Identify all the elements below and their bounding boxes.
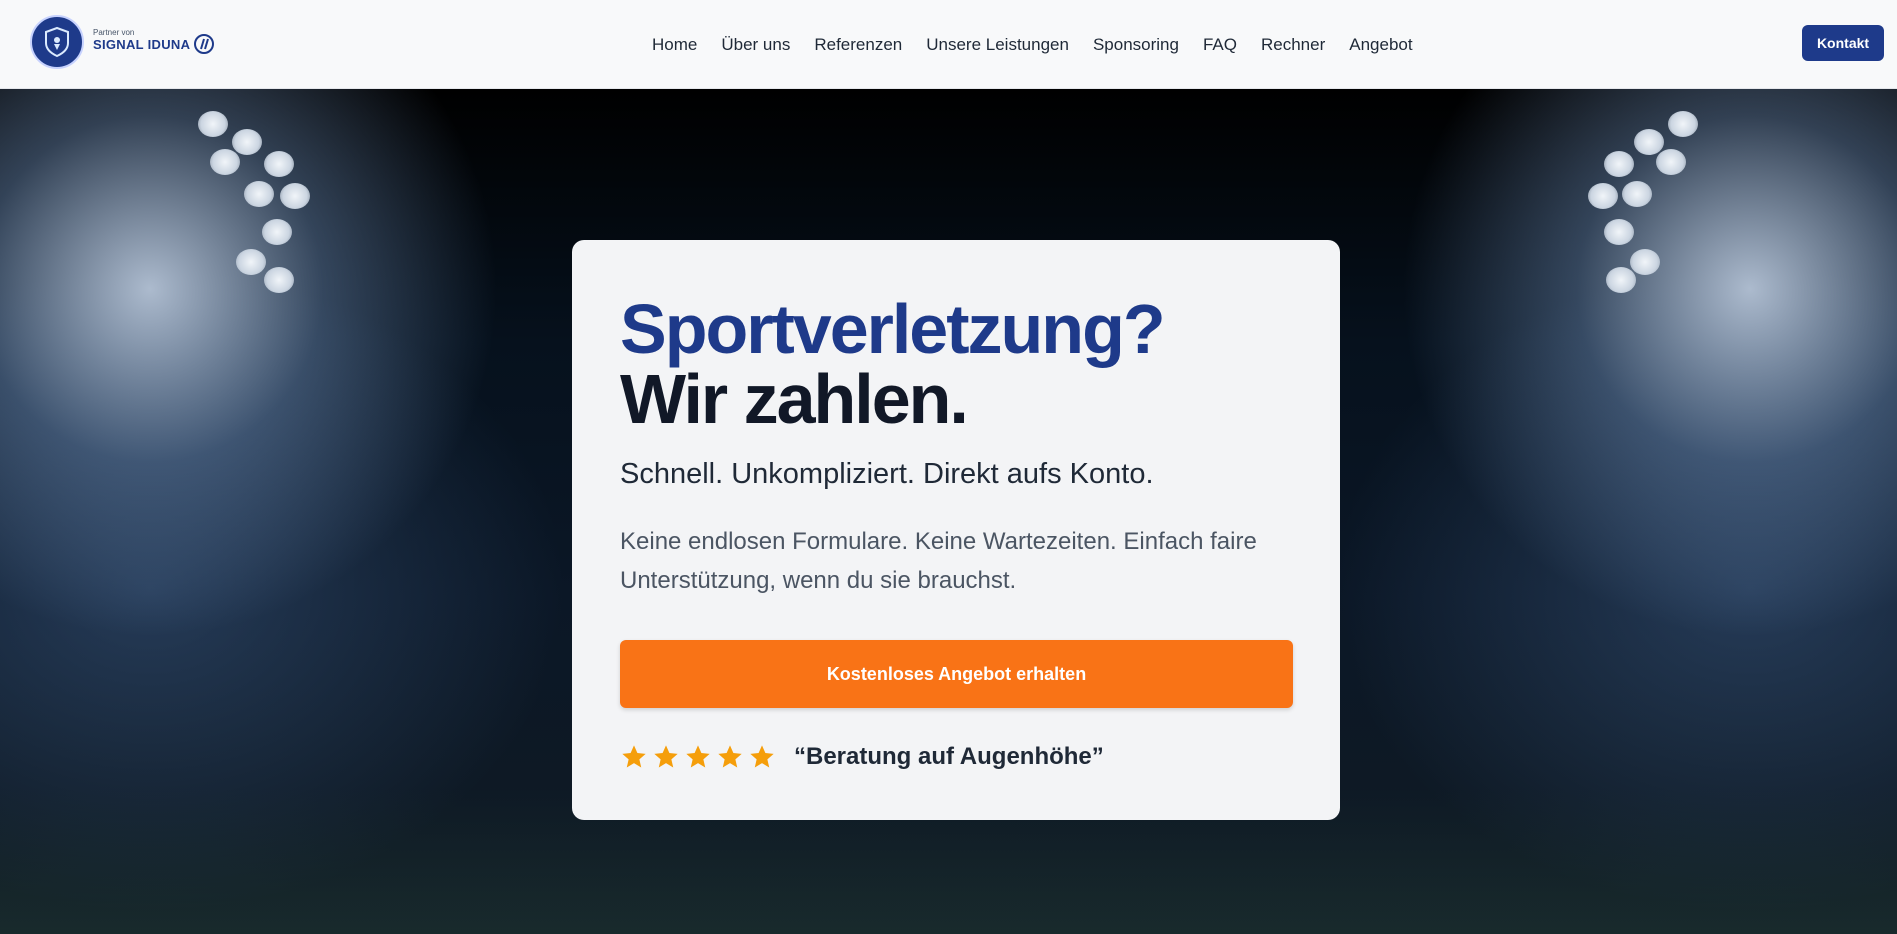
floodlight-lamp	[280, 183, 310, 209]
floodlight-lamp	[244, 181, 274, 207]
site-logo[interactable]: Partner von SIGNAL IDUNA	[30, 15, 220, 71]
nav-faq[interactable]: FAQ	[1191, 35, 1249, 55]
star-icon	[718, 745, 742, 768]
contact-button[interactable]: Kontakt	[1802, 25, 1884, 61]
floodlight-lamp	[1630, 249, 1660, 275]
floodlight-lamp	[232, 129, 262, 155]
floodlight-lamp	[1588, 183, 1618, 209]
floodlight-lamp	[1668, 111, 1698, 137]
floodlight-lamp	[236, 249, 266, 275]
nav-home[interactable]: Home	[640, 35, 709, 55]
nav-ueber-uns[interactable]: Über uns	[709, 35, 802, 55]
nav-rechner[interactable]: Rechner	[1249, 35, 1337, 55]
floodlight-lamp	[1622, 181, 1652, 207]
star-icon	[622, 745, 646, 768]
main-nav: Home Über uns Referenzen Unsere Leistung…	[640, 0, 1425, 89]
site-header: Partner von SIGNAL IDUNA Home Über uns R…	[0, 0, 1897, 89]
star-icon	[654, 745, 678, 768]
star-icon	[750, 745, 774, 768]
shield-badge-icon	[30, 15, 84, 69]
floodlight-lamp	[1656, 149, 1686, 175]
floodlight-lamp	[262, 219, 292, 245]
floodlight-lamp	[1606, 267, 1636, 293]
hero-headline-question: Sportverletzung?	[620, 290, 1166, 368]
partner-label: Partner von	[93, 28, 135, 37]
nav-angebot[interactable]: Angebot	[1337, 35, 1424, 55]
star-rating	[620, 743, 780, 771]
floodlight-lamp	[264, 151, 294, 177]
floodlight-lamp	[1604, 151, 1634, 177]
nav-sponsoring[interactable]: Sponsoring	[1081, 35, 1191, 55]
hero-headline-answer: Wir zahlen.	[620, 360, 969, 438]
nav-referenzen[interactable]: Referenzen	[802, 35, 914, 55]
partner-brand: SIGNAL IDUNA	[93, 37, 191, 52]
get-free-quote-button[interactable]: Kostenloses Angebot erhalten	[620, 640, 1293, 708]
floodlight-lamp	[198, 111, 228, 137]
rating-row: “Beratung auf Augenhöhe”	[620, 740, 1104, 774]
floodlight-lamp	[210, 149, 240, 175]
star-icon	[686, 745, 710, 768]
floodlight-lamp	[264, 267, 294, 293]
hero-card: Sportverletzung? Wir zahlen. Schnell. Un…	[572, 240, 1340, 820]
floodlight-lamp	[1604, 219, 1634, 245]
floodlight-lamp	[1634, 129, 1664, 155]
hero-description: Keine endlosen Formulare. Keine Wartezei…	[620, 528, 1257, 594]
hero-subheadline: Schnell. Unkompliziert. Direkt aufs Kont…	[620, 458, 1154, 490]
nav-unsere-leistungen[interactable]: Unsere Leistungen	[914, 35, 1081, 55]
signal-iduna-mark-icon	[194, 34, 214, 54]
testimonial-quote: “Beratung auf Augenhöhe”	[794, 743, 1104, 770]
